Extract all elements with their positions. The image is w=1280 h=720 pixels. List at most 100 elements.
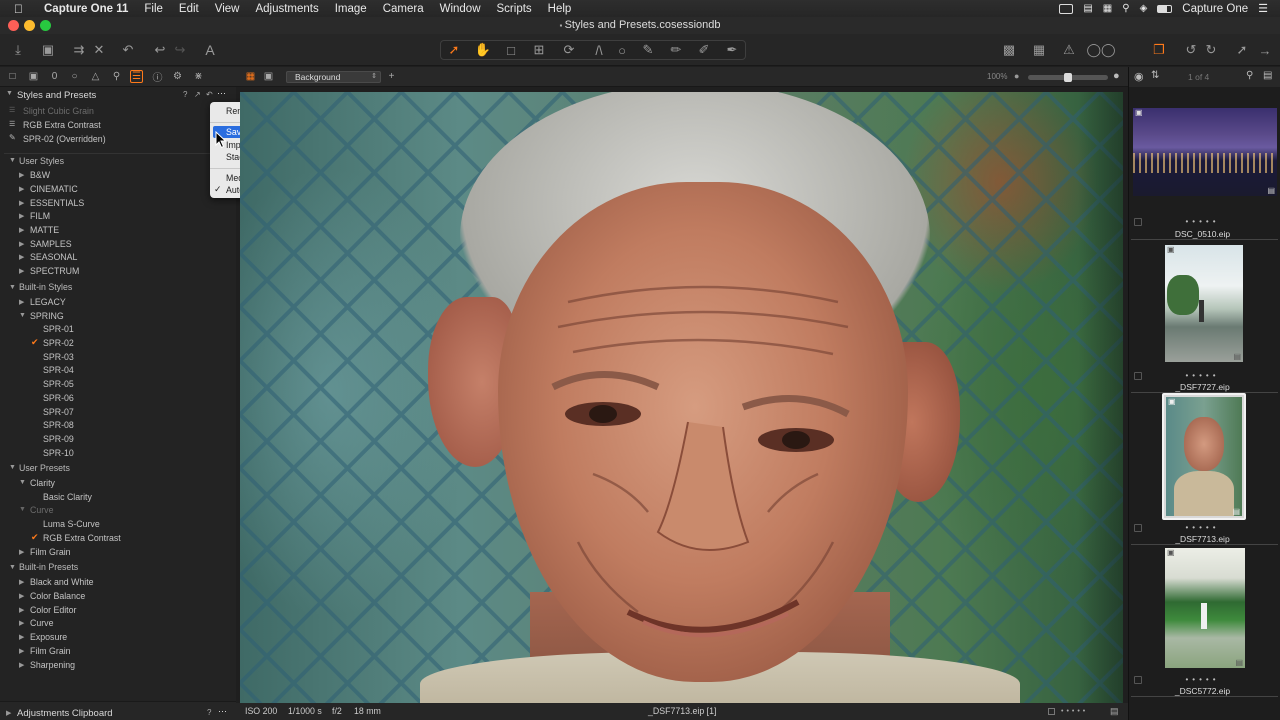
collapsed-arrow-icon[interactable]: ▶ <box>19 185 26 193</box>
menu-app-name[interactable]: Capture One 11 <box>32 3 136 15</box>
multi-view-icon[interactable]: ▦ <box>244 70 257 83</box>
menu-scripts[interactable]: Scripts <box>489 3 540 15</box>
status-menu-icon[interactable]: ▤ <box>1083 3 1092 14</box>
zoom-slider-thumb[interactable] <box>1064 73 1072 82</box>
thumbnail-image[interactable]: ▣ ▤ <box>1165 245 1243 362</box>
eraser-icon[interactable]: ✒ <box>723 41 741 59</box>
expand-arrow-icon[interactable]: ▼ <box>9 157 16 164</box>
collapsed-arrow-icon[interactable]: ▶ <box>19 619 26 627</box>
collapsed-arrow-icon[interactable]: ▶ <box>19 578 26 586</box>
delete-icon[interactable]: ✕ <box>90 41 108 59</box>
color-tag-icon[interactable]: ▤ <box>1110 703 1119 720</box>
status-menu-icon-2[interactable]: ▦ <box>1103 3 1112 14</box>
expand-arrow-icon[interactable]: ▼ <box>9 564 16 571</box>
applied-style[interactable]: Slight Cubic Grain <box>23 105 94 118</box>
style-group-spring[interactable]: SPRING <box>30 310 64 323</box>
menu-edit[interactable]: Edit <box>171 3 207 15</box>
screen-record-icon[interactable] <box>1059 3 1074 14</box>
proof-glasses-icon[interactable]: ◯◯ <box>1086 41 1115 59</box>
menu-camera[interactable]: Camera <box>375 3 432 15</box>
rotate-right-icon[interactable]: ↻ <box>1202 41 1220 59</box>
style-item[interactable]: SPR-04 <box>43 364 74 377</box>
adjustments-tab-icon[interactable]: ☰ <box>130 70 143 83</box>
menu-right-app-label[interactable]: Capture One <box>1182 3 1248 15</box>
rotate-icon[interactable]: ⟳ <box>560 41 578 59</box>
help-icon[interactable]: ? <box>207 708 211 717</box>
style-item[interactable]: SPR-01 <box>43 323 74 336</box>
style-group[interactable]: SAMPLES <box>30 238 72 251</box>
preset-group[interactable]: Color Editor <box>30 604 76 617</box>
clipboard-title[interactable]: Adjustments Clipboard <box>17 707 113 720</box>
pan-hand-icon[interactable]: ✋ <box>474 41 492 59</box>
more-options-icon[interactable]: ⋯ <box>217 88 226 99</box>
preset-group[interactable]: Curve <box>30 617 53 630</box>
pin-icon[interactable]: ↗ <box>194 90 201 99</box>
menu-view[interactable]: View <box>207 3 248 15</box>
import-icon[interactable]: ⤓ <box>9 41 27 59</box>
search-icon[interactable]: ⚲ <box>1246 70 1253 81</box>
user-presets-header[interactable]: User Presets <box>19 462 70 475</box>
exposure-warning-icon[interactable]: ⚠ <box>1060 41 1078 59</box>
color-tab-icon[interactable]: ○ <box>68 70 81 83</box>
preset-group[interactable]: Exposure <box>30 631 67 644</box>
text-annotate-icon[interactable]: A <box>201 41 219 59</box>
menu-window[interactable]: Window <box>432 3 489 15</box>
thumbnail-image[interactable]: ▣ ▤ <box>1133 108 1277 196</box>
style-item[interactable]: SPR-06 <box>43 392 74 405</box>
before-after-icon[interactable]: ▩ <box>1000 41 1018 59</box>
thumbnail-selected[interactable]: ▣ ▤ <box>1162 393 1246 520</box>
style-group-legacy[interactable]: LEGACY <box>30 296 66 309</box>
style-group[interactable]: CINEMATIC <box>30 183 78 196</box>
metadata-tab-icon[interactable]: ⓘ <box>151 70 164 84</box>
keystone-icon[interactable]: /\ <box>590 41 608 59</box>
browser-view-icon[interactable]: ▤ <box>1263 70 1272 81</box>
crop-icon[interactable]: ⊞ <box>530 41 548 59</box>
redo-icon[interactable]: ↪ <box>171 41 189 59</box>
preset-group-clarity[interactable]: Clarity <box>30 477 55 490</box>
style-item[interactable]: SPR-08 <box>43 419 74 432</box>
add-layer-icon[interactable]: + <box>385 70 398 83</box>
reset-icon[interactable]: ↶ <box>119 41 137 59</box>
variant-select[interactable]: Background ⇕ <box>286 71 381 83</box>
collapsed-arrow-icon[interactable]: ▶ <box>19 212 26 220</box>
collapsed-arrow-icon[interactable]: ▶ <box>19 253 26 261</box>
zoom-slider[interactable] <box>1028 73 1108 82</box>
preset-group-film-grain[interactable]: Film Grain <box>30 546 71 559</box>
preset-group-curve[interactable]: Curve <box>30 504 53 517</box>
user-styles-header[interactable]: User Styles <box>19 155 64 168</box>
style-item[interactable]: SPR-03 <box>43 351 74 364</box>
exposure-tab-icon[interactable]: △ <box>89 70 102 83</box>
expand-arrow-icon[interactable]: ▼ <box>19 312 26 319</box>
thumbnail-image[interactable]: ▣ ▤ <box>1165 548 1245 668</box>
preset-group[interactable]: Film Grain <box>30 645 71 658</box>
collapsed-arrow-icon[interactable]: ▶ <box>19 267 26 275</box>
sort-icon[interactable]: ⇅ <box>1151 70 1159 81</box>
expand-arrow-icon[interactable]: ▼ <box>9 464 16 471</box>
style-item[interactable]: SPR-10 <box>43 447 74 460</box>
menu-file[interactable]: File <box>136 3 171 15</box>
collapsed-arrow-icon[interactable]: ▶ <box>19 171 26 179</box>
style-group[interactable]: FILM <box>30 210 50 223</box>
lens-tab-icon[interactable]: 0 <box>48 70 61 83</box>
menu-adjustments[interactable]: Adjustments <box>247 3 326 15</box>
style-group[interactable]: ESSENTIALS <box>30 197 84 210</box>
collapsed-arrow-icon[interactable]: ▶ <box>19 661 26 669</box>
preset-item[interactable]: Luma S-Curve <box>43 518 100 531</box>
collapsed-arrow-icon[interactable]: ▶ <box>6 709 13 717</box>
style-group[interactable]: SEASONAL <box>30 251 77 264</box>
preset-item[interactable]: RGB Extra Contrast <box>43 532 121 545</box>
brush-icon[interactable]: ✐ <box>695 41 713 59</box>
copy-adjustments-icon[interactable]: ❐ <box>1150 41 1168 59</box>
preset-group[interactable]: Color Balance <box>30 590 85 603</box>
grid-icon[interactable]: ▦ <box>1030 41 1048 59</box>
reset-tool-icon[interactable]: ↶ <box>206 90 213 99</box>
collapsed-arrow-icon[interactable]: ▶ <box>19 199 26 207</box>
move-to-folder-icon[interactable]: ⇉ <box>70 41 88 59</box>
builtin-presets-header[interactable]: Built-in Presets <box>19 561 78 574</box>
loupe-icon[interactable]: □ <box>502 41 520 59</box>
collapsed-arrow-icon[interactable]: ▶ <box>19 592 26 600</box>
capture-icon[interactable]: ▣ <box>39 41 57 59</box>
single-view-icon[interactable]: ▣ <box>262 70 275 83</box>
apple-icon[interactable]:  <box>14 2 32 16</box>
export-icon[interactable]: ➚ <box>1233 41 1251 59</box>
